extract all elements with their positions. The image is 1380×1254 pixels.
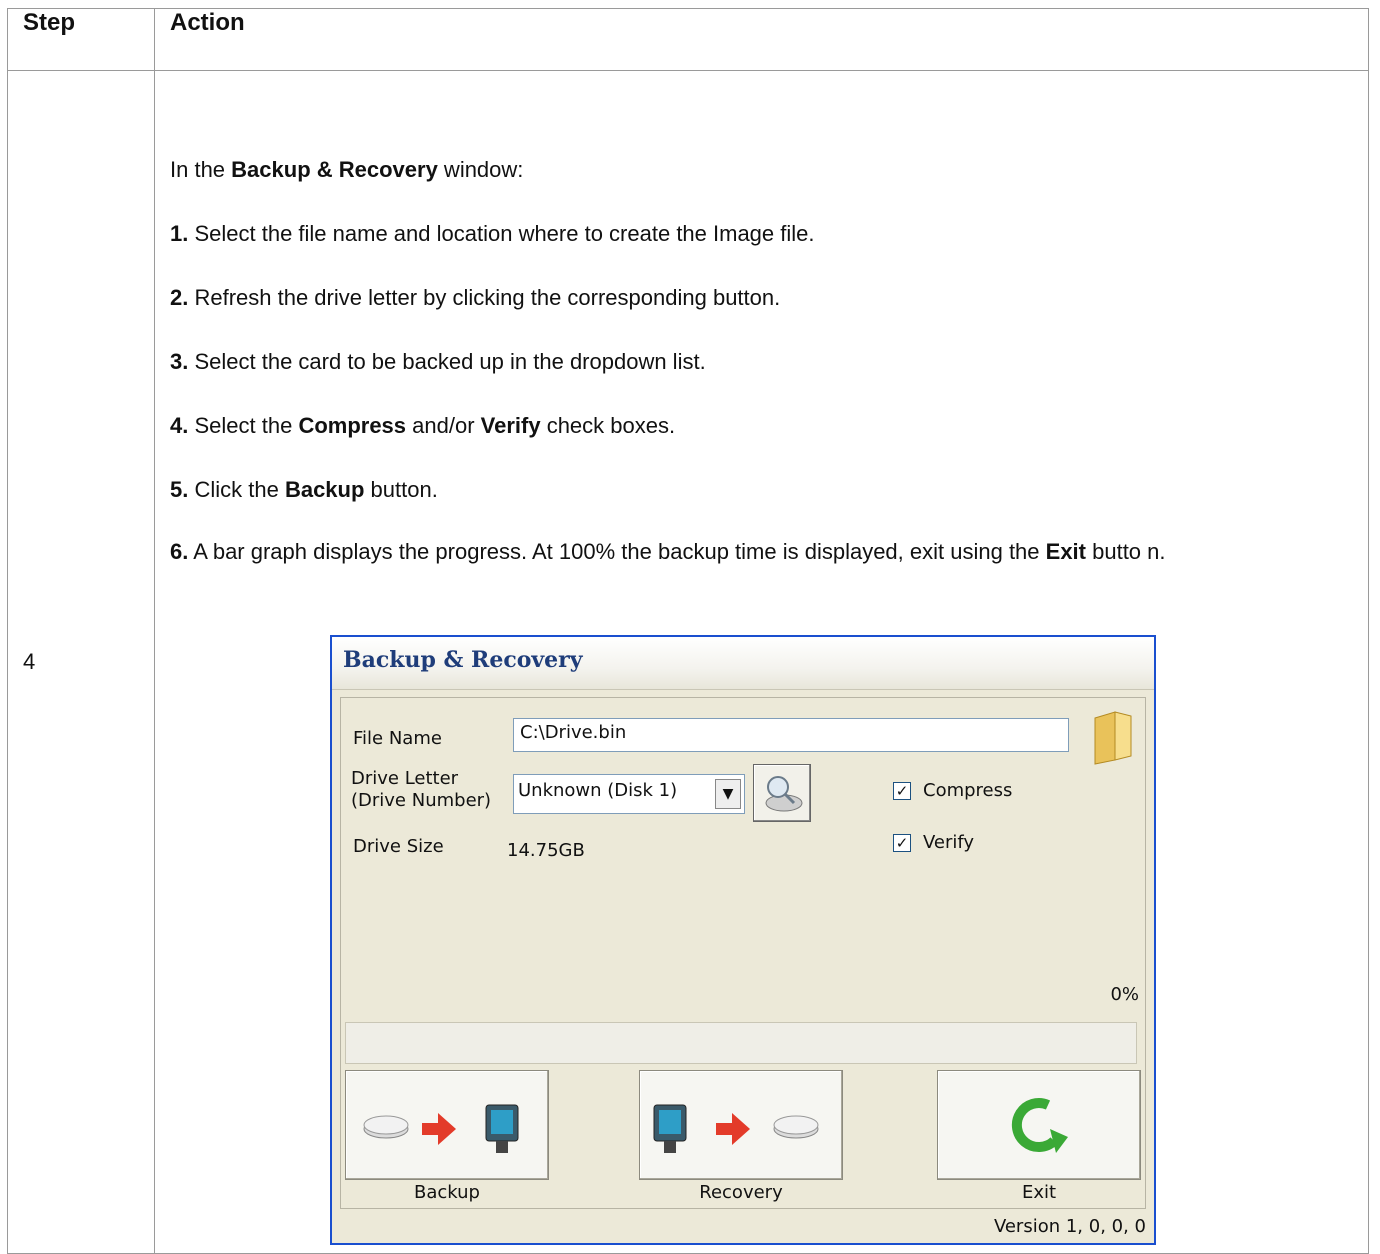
verify-checkbox[interactable]: ✓ [893,834,911,852]
refresh-drive-icon [765,776,803,812]
exit-arrow-icon [1011,1098,1068,1153]
recovery-label: Recovery [699,1182,783,1203]
action-cell: In the Backup & Recovery window: 1. Sele… [154,70,1369,1254]
drive-size-value: 14.75GB [507,840,585,861]
step-number: 4 [7,70,155,1254]
step-5-line: 5. Click the Backup button. [170,477,438,502]
progress-bar [345,1022,1137,1064]
drive-icon [773,1115,819,1139]
backup-recovery-dialog: Backup & Recovery File Name C:\Drive.bin… [330,635,1156,1245]
drive-icon [363,1115,409,1139]
verify-label: Verify [923,832,975,853]
table-row: 4 In the Backup & Recovery window: 1. Se… [7,70,1369,1254]
compress-checkbox[interactable]: ✓ [893,782,911,800]
recovery-button-graphic [653,1104,819,1153]
header-step: Step [7,8,155,71]
backup-button[interactable] [345,1070,549,1180]
folder-icon [1094,711,1132,765]
drive-select-value: Unknown (Disk 1) [518,780,678,801]
step-3-line: 3. Select the card to be backed up in th… [170,349,706,374]
arrow-right-icon [716,1113,750,1145]
exit-label: Exit [1021,1182,1057,1203]
step-1-line: 1. Select the file name and location whe… [170,221,815,246]
arrow-right-icon [422,1113,456,1145]
header-action: Action [154,8,1369,71]
step-4-line: 4. Select the Compress and/or Verify che… [170,413,676,438]
drive-size-label: Drive Size [353,836,444,857]
instruction-table: Step Action 4 In the Backup & Recovery w… [7,8,1369,1254]
step-2-line: 2. Refresh the drive letter by clicking … [170,285,781,310]
table-header-row: Step Action [7,8,1369,71]
compress-label: Compress [923,780,1013,801]
file-name-label: File Name [353,728,442,749]
backup-label: Backup [414,1182,480,1203]
progress-percent: 0% [1110,984,1139,1005]
computer-icon [653,1104,687,1153]
recovery-button[interactable] [639,1070,843,1180]
dialog-titlebar: Backup & Recovery [332,637,1154,690]
dialog-title: Backup & Recovery [343,647,583,673]
drive-select[interactable]: Unknown (Disk 1) ▼ [513,774,745,814]
drive-letter-label: Drive Letter (Drive Number) [351,768,492,811]
chevron-down-icon[interactable]: ▼ [715,779,741,809]
browse-folder-button[interactable] [1085,706,1141,766]
refresh-drive-button[interactable] [753,764,811,822]
dialog-panel: File Name C:\Drive.bin Drive Letter (Dri… [340,697,1146,1209]
intro-line: In the Backup & Recovery window: [170,157,524,182]
version-label: Version 1, 0, 0, 0 [993,1216,1146,1237]
file-name-input[interactable]: C:\Drive.bin [513,718,1069,752]
exit-button-graphic [1011,1098,1068,1153]
exit-button[interactable] [937,1070,1141,1180]
step-6-line: 6. A bar graph displays the progress. At… [170,539,1166,564]
computer-icon [485,1104,519,1153]
backup-button-graphic [363,1104,519,1153]
